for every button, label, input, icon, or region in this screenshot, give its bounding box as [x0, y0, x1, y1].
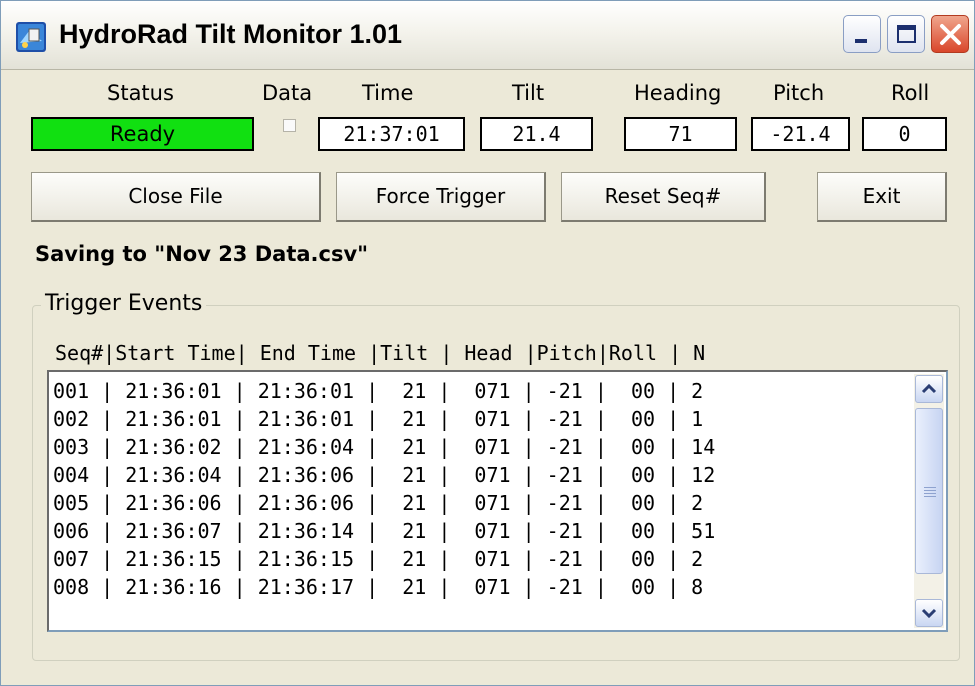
close-icon — [940, 24, 961, 45]
list-item[interactable]: 007 | 21:36:15 | 21:36:15 | 21 | 071 | -… — [53, 545, 703, 573]
roll-header: Roll — [891, 81, 930, 105]
reset-seq-button[interactable]: Reset Seq# — [561, 172, 766, 222]
title-bar[interactable]: HydroRad Tilt Monitor 1.01 — [1, 1, 974, 70]
tilt-header: Tilt — [512, 81, 545, 105]
force-trigger-button[interactable]: Force Trigger — [336, 172, 546, 222]
app-window: HydroRad Tilt Monitor 1.01 Status Data T… — [0, 0, 975, 686]
time-field: 21:37:01 — [318, 117, 465, 151]
status-indicator: Ready — [31, 117, 254, 151]
roll-field: 0 — [862, 117, 947, 151]
hydrorad-app-icon[interactable] — [15, 21, 47, 53]
data-header: Data — [262, 81, 313, 105]
trigger-events-column-header: Seq#|Start Time| End Time |Tilt | Head |… — [55, 341, 706, 365]
trigger-events-list[interactable]: 001 | 21:36:01 | 21:36:01 | 21 | 071 | -… — [47, 370, 948, 632]
data-checkbox[interactable] — [283, 119, 296, 132]
pitch-header: Pitch — [773, 81, 825, 105]
scroll-up-button[interactable] — [915, 375, 943, 403]
maximize-icon — [897, 25, 916, 43]
tilt-field: 21.4 — [480, 117, 593, 151]
list-item[interactable]: 004 | 21:36:04 | 21:36:06 | 21 | 071 | -… — [53, 461, 715, 489]
status-header: Status — [107, 81, 174, 105]
pitch-field: -21.4 — [751, 117, 850, 151]
list-item[interactable]: 003 | 21:36:02 | 21:36:04 | 21 | 071 | -… — [53, 433, 715, 461]
heading-field: 71 — [624, 117, 737, 151]
maximize-button[interactable] — [887, 15, 925, 53]
minimize-icon — [855, 39, 867, 43]
list-item[interactable]: 006 | 21:36:07 | 21:36:14 | 21 | 071 | -… — [53, 517, 715, 545]
window-title: HydroRad Tilt Monitor 1.01 — [59, 19, 403, 49]
saving-status-text: Saving to "Nov 23 Data.csv" — [35, 242, 369, 266]
vertical-scrollbar[interactable] — [914, 374, 944, 628]
chevron-down-icon — [921, 608, 937, 619]
heading-header: Heading — [634, 81, 722, 105]
time-header: Time — [362, 81, 414, 105]
list-item[interactable]: 005 | 21:36:06 | 21:36:06 | 21 | 071 | -… — [53, 489, 703, 517]
trigger-events-label: Trigger Events — [41, 291, 207, 316]
list-item[interactable]: 001 | 21:36:01 | 21:36:01 | 21 | 071 | -… — [53, 377, 703, 405]
close-button[interactable] — [931, 15, 969, 53]
chevron-up-icon — [921, 383, 937, 394]
scroll-down-button[interactable] — [915, 599, 943, 627]
minimize-button[interactable] — [843, 15, 881, 53]
list-item[interactable]: 002 | 21:36:01 | 21:36:01 | 21 | 071 | -… — [53, 405, 703, 433]
list-item[interactable]: 008 | 21:36:16 | 21:36:17 | 21 | 071 | -… — [53, 573, 703, 601]
exit-button[interactable]: Exit — [817, 172, 947, 222]
close-file-button[interactable]: Close File — [31, 172, 321, 222]
scroll-thumb[interactable] — [915, 408, 943, 574]
